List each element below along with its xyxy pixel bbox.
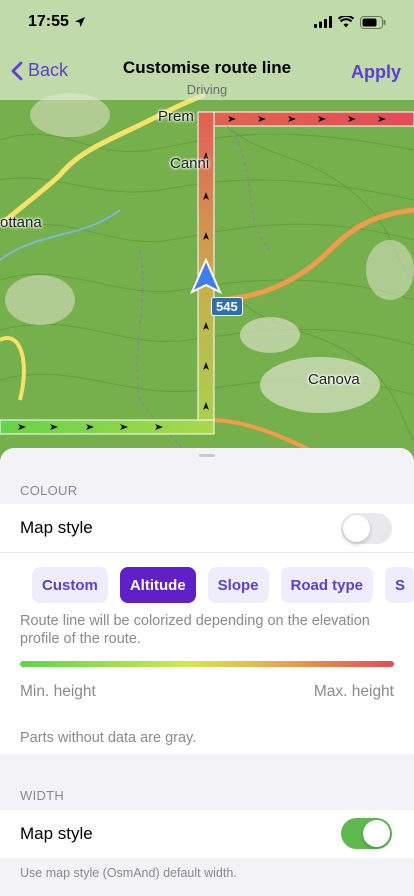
width-map-style-toggle[interactable] [341,818,392,849]
status-icons [314,15,386,29]
signal-icon [314,16,332,28]
page-subtitle: Driving [186,82,228,97]
status-time: 17:55 [28,13,86,31]
apply-button[interactable]: Apply [351,62,401,83]
width-map-style-label: Map style [20,824,93,843]
navigation-bar: Back Customise route line Driving Apply [0,44,414,100]
chip-road-type[interactable]: Road type [280,567,374,603]
wifi-icon [338,16,354,28]
location-arrow-icon [74,17,85,27]
toggle-knob [363,820,390,847]
row-divider [0,552,414,553]
chip-altitude[interactable]: Altitude [119,567,196,603]
colour-map-style-toggle[interactable] [341,513,392,544]
road-shield-545: 545 [211,297,243,316]
sheet-grabber[interactable] [199,454,215,457]
chip-custom[interactable]: Custom [32,567,108,603]
status-time-text: 17:55 [28,13,69,30]
chip-slope[interactable]: Slope [207,567,269,603]
map-label-ottana: ottana [0,214,42,231]
colour-map-style-label: Map style [20,518,93,537]
map-label-canova: Canova [308,371,360,388]
width-settings-card: Map style [0,810,414,858]
colour-mode-chips: Custom Altitude Slope Road type S [32,567,414,603]
map-label-premeno: Prem [158,108,194,125]
toggle-knob [343,515,370,542]
status-bar: 17:55 [0,0,414,44]
battery-icon [360,15,386,29]
chip-partial[interactable]: S [385,567,414,603]
map-label-cannoi: Canni [170,155,210,172]
